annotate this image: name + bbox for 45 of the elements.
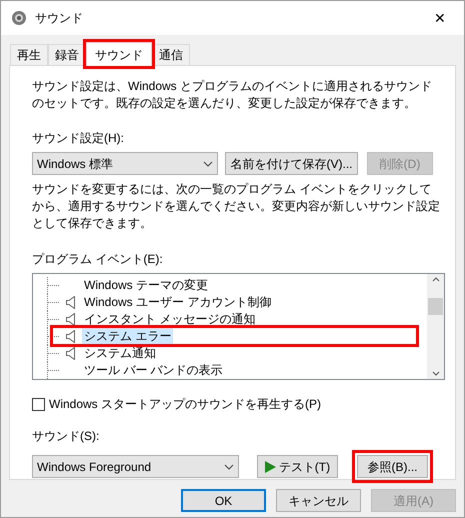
scrollbar-thumb[interactable] — [428, 298, 443, 315]
tree-line — [47, 345, 59, 362]
checkbox-label[interactable]: Windows スタートアップのサウンドを再生する(P) — [49, 395, 322, 413]
speaker-icon — [11, 10, 27, 26]
event-item[interactable]: インスタント メッセージの通知 — [82, 311, 258, 328]
chevron-down-icon — [224, 464, 234, 470]
scheme-button[interactable]: 名前を付けて保存(V)... — [225, 152, 358, 175]
checkbox[interactable] — [32, 398, 45, 410]
dialog-button[interactable]: キャンセル — [276, 489, 361, 512]
test-button[interactable]: テスト(T) — [256, 455, 338, 478]
tree-line — [47, 362, 59, 379]
speaker-icon — [66, 330, 74, 343]
event-item[interactable]: Windows ユーザー アカウント制御 — [82, 294, 274, 311]
sound-dropdown[interactable]: Windows Foreground — [32, 455, 239, 478]
event-list[interactable]: Windows テーマの変更 Windows ユーザー アカウント制御 インスタント メッセージの通知 システム エラー システム通知 ツール バー バンドの表示 — [32, 273, 445, 380]
tab[interactable]: サウンド — [86, 42, 152, 66]
tab[interactable]: 録音 — [48, 44, 86, 65]
field-label: プログラム イベント(E): — [32, 251, 164, 268]
close-button[interactable]: ✕ — [426, 6, 454, 30]
play-icon — [264, 460, 276, 472]
tab[interactable]: 通信 — [152, 44, 190, 65]
tree-line — [47, 328, 59, 345]
event-item[interactable]: ツール バー バンドの表示 — [82, 362, 225, 379]
tab[interactable]: 再生 — [10, 44, 48, 65]
browse-button[interactable]: 参照(B)... — [357, 455, 428, 478]
tree-line — [47, 294, 59, 311]
scheme-dropdown[interactable]: Windows 標準 — [32, 152, 218, 175]
event-item[interactable]: Windows テーマの変更 — [82, 277, 210, 294]
instruction-text: サウンドを変更するには、次の一覧のプログラム イベントをクリックしてから、適用するサウンドを選んでください。変更内容が新しいサウンド設定として保存できます。 — [32, 181, 441, 232]
speaker-icon — [66, 296, 74, 309]
scrollbar[interactable] — [427, 274, 444, 379]
tree-line — [47, 311, 59, 328]
event-item[interactable]: システム通知 — [82, 345, 158, 362]
field-label: サウンド(S): — [32, 428, 100, 445]
field-label: サウンド設定(H): — [32, 130, 125, 147]
chevron-up-icon — [432, 277, 440, 282]
event-item[interactable]: システム エラー — [82, 328, 174, 345]
speaker-icon — [66, 347, 74, 360]
chevron-down-icon — [432, 371, 440, 376]
tree-line — [47, 277, 59, 294]
speaker-icon — [66, 313, 74, 326]
chevron-down-icon — [203, 160, 213, 166]
description-text: サウンド設定は、Windows とプログラムのイベントに適用されるサウンドのセットです。既存の設定を選んだり、変更した設定が保存できます。 — [32, 78, 434, 112]
window-title: サウンド — [35, 10, 83, 27]
dialog-button[interactable]: OK — [181, 489, 266, 512]
